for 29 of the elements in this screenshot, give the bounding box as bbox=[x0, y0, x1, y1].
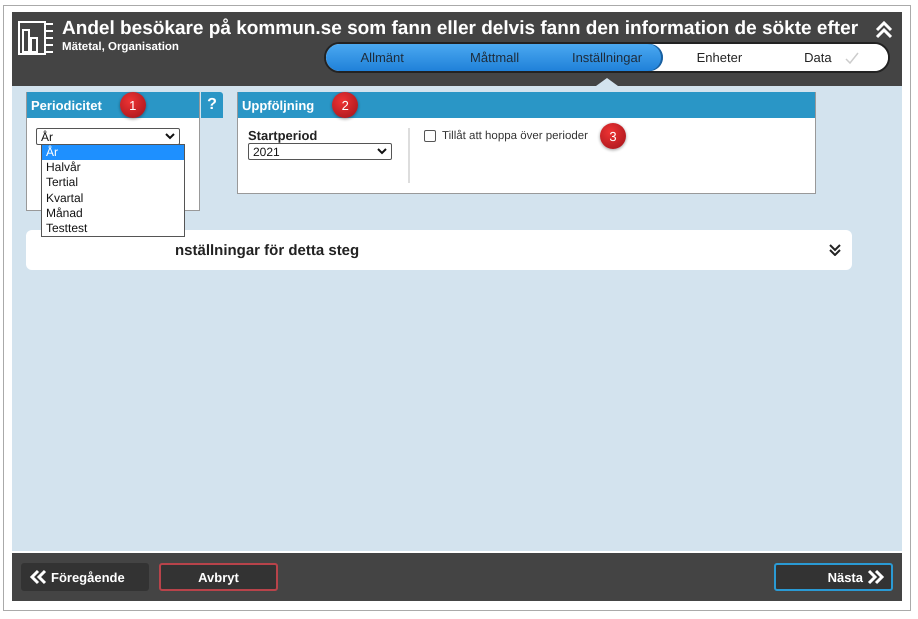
panel-title: Uppföljning bbox=[242, 98, 314, 112]
chevron-down-icon bbox=[165, 133, 175, 140]
dropdown-option[interactable]: Kvartal bbox=[42, 190, 184, 206]
next-button[interactable]: Nästa bbox=[774, 563, 893, 591]
dropdown-option[interactable]: Tertial bbox=[42, 175, 184, 191]
cancel-button[interactable]: Avbryt bbox=[159, 563, 278, 591]
double-chevron-left-icon bbox=[29, 569, 47, 585]
checkbox[interactable] bbox=[424, 130, 436, 142]
dialog-subtitle: Mätetal, Organisation bbox=[62, 40, 180, 54]
dialog-title: Andel besökare på kommun.se som fann eller delvis fann den information de sökte efter bbox=[62, 18, 860, 40]
check-icon bbox=[844, 50, 860, 64]
wizard-step[interactable]: Allmänt bbox=[326, 44, 438, 71]
periodicity-select[interactable]: År bbox=[36, 128, 180, 145]
dropdown-option[interactable]: Månad bbox=[42, 206, 184, 222]
step-badge: 2 bbox=[332, 92, 358, 118]
chevron-down-icon bbox=[377, 148, 387, 155]
chart-document-icon bbox=[18, 18, 56, 56]
step-badge: 1 bbox=[120, 92, 146, 118]
collapse-icon[interactable] bbox=[874, 20, 894, 40]
double-chevron-right-icon bbox=[867, 569, 885, 585]
step-badge: 3 bbox=[600, 123, 626, 149]
panel-title: Periodicitet bbox=[31, 98, 102, 112]
section-title: nställningar för detta steg bbox=[175, 242, 360, 258]
previous-button[interactable]: Föregående bbox=[21, 563, 149, 591]
start-period-select[interactable]: 2021 bbox=[248, 143, 392, 160]
checkbox-label: Tillåt att hoppa över perioder bbox=[442, 130, 588, 142]
field-label: Startperiod bbox=[248, 128, 318, 143]
dropdown-option[interactable]: Halvår bbox=[42, 160, 184, 176]
wizard-step[interactable]: Måttmall bbox=[438, 44, 551, 71]
